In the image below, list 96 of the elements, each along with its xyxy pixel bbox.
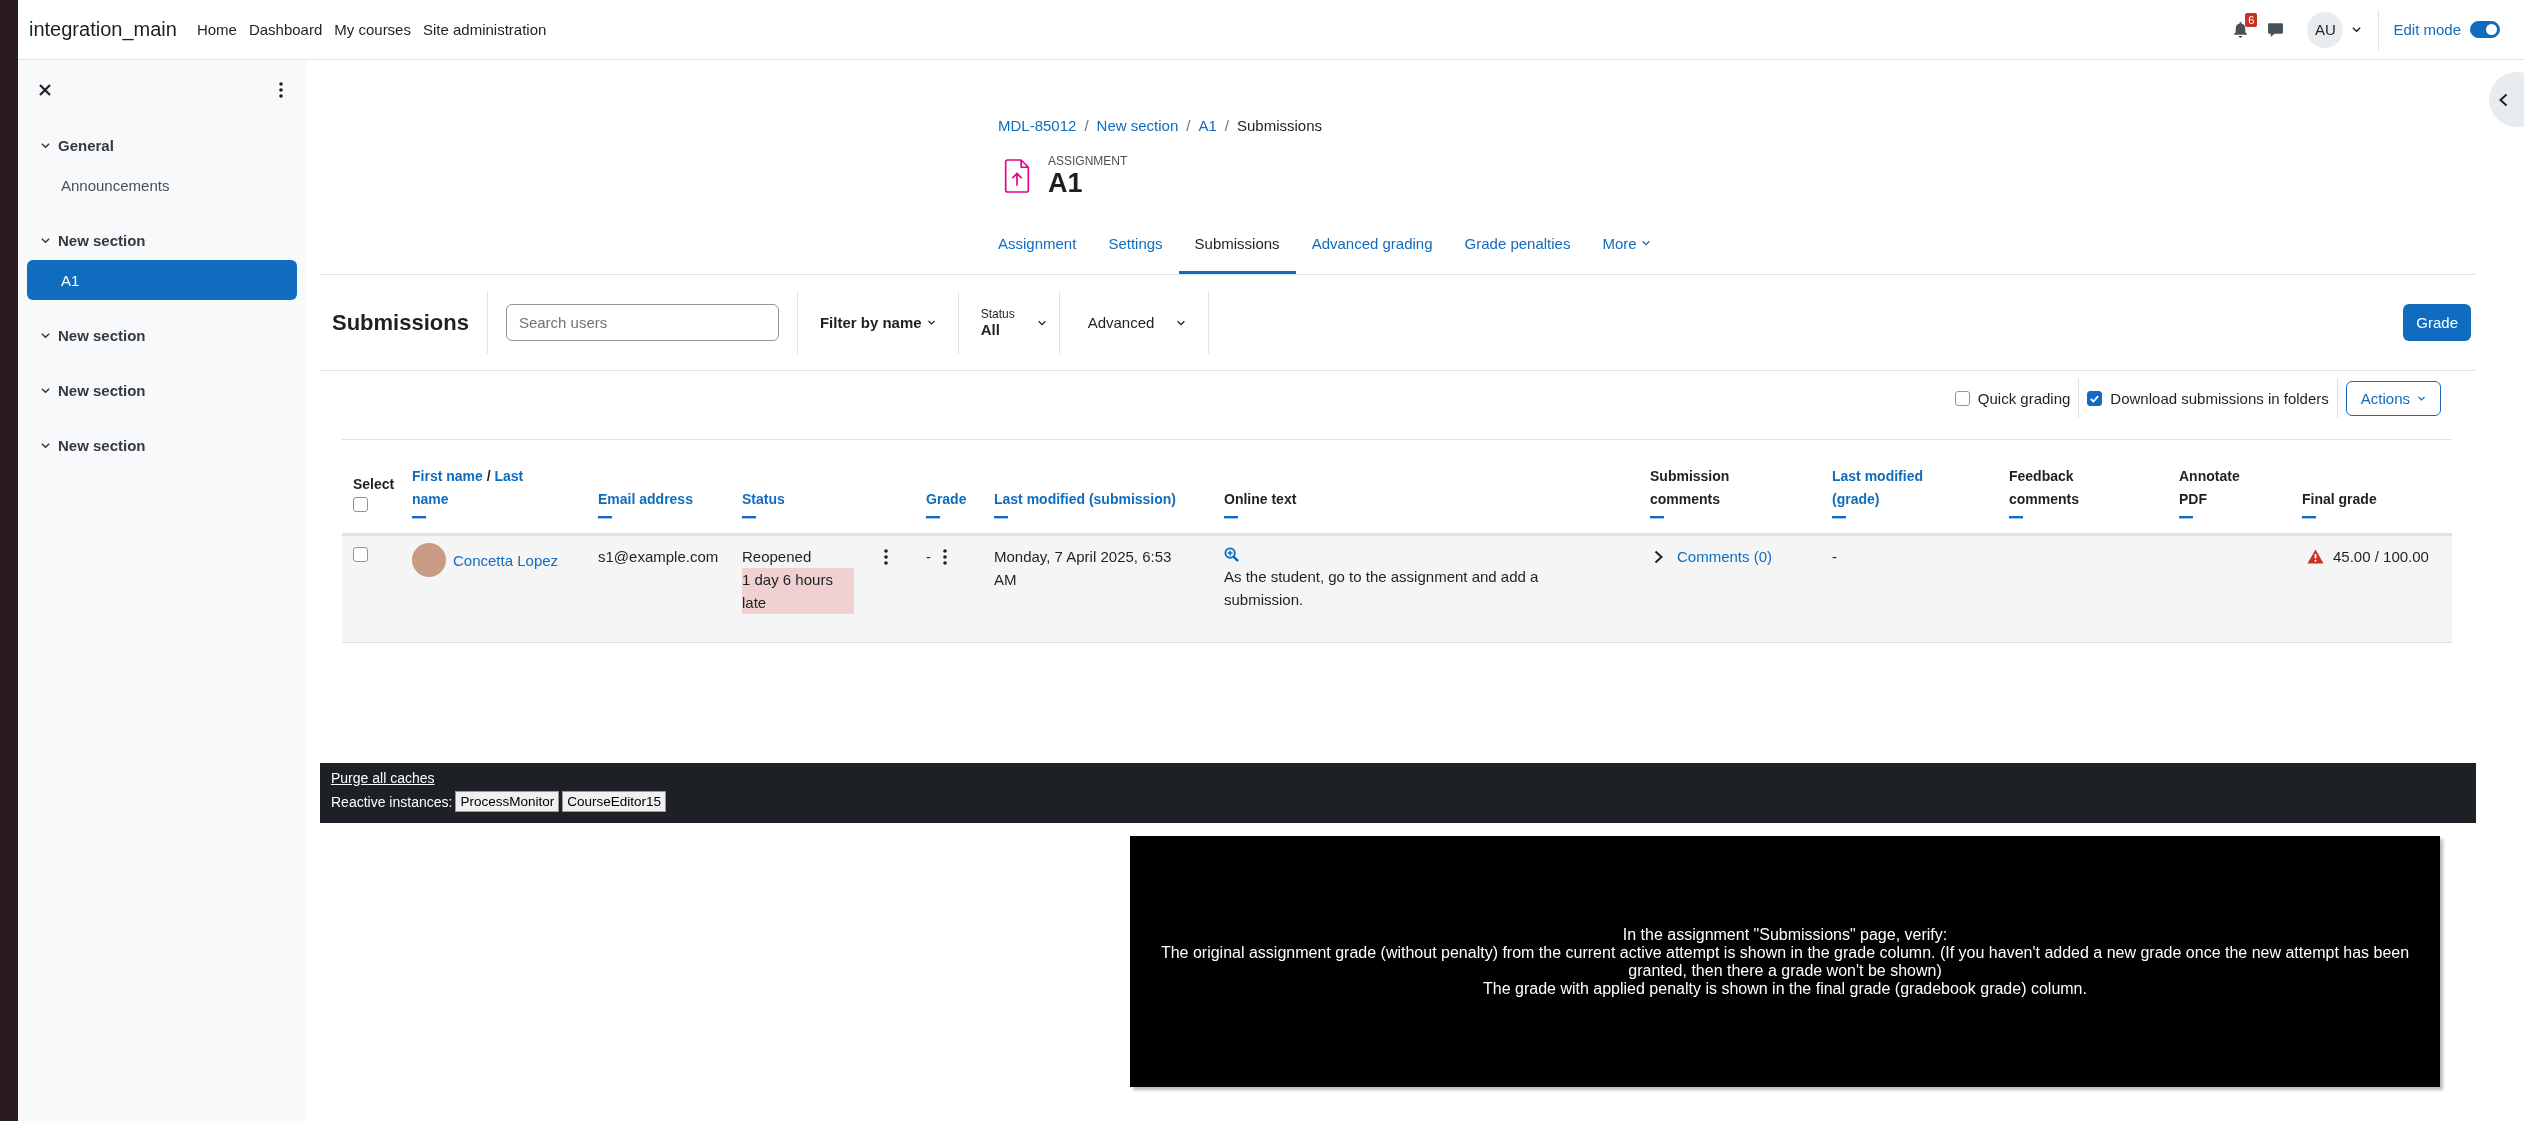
activity-title: A1 bbox=[1048, 168, 1084, 198]
grade-text: - bbox=[926, 547, 931, 567]
grade-modified-text: - bbox=[1832, 548, 1837, 565]
zoom-in-icon[interactable] bbox=[1224, 547, 1239, 562]
reactive-instance-button[interactable]: ProcessMonitor bbox=[455, 791, 560, 812]
section-title[interactable]: General bbox=[58, 136, 114, 154]
bell-icon[interactable] bbox=[2232, 21, 2250, 38]
collapse-icon[interactable] bbox=[1224, 516, 1238, 519]
section-title[interactable]: New section bbox=[58, 231, 146, 249]
avatar-photo-placeholder bbox=[412, 543, 446, 577]
breadcrumb-link[interactable]: MDL-85012 bbox=[998, 116, 1077, 136]
page-heading: Submissions bbox=[332, 309, 469, 336]
instruction-text: In the assignment "Submissions" page, verify: The original assignment grade (without penalty) from the current active attempt is shown in the grade column. (If you haven't added a new grade once the new attempt has been granted, then there a grade won't be shown) The grade with applied penalty is shown in the final grade (gradebook grade) column. bbox=[1160, 925, 2410, 998]
breadcrumb-current: Submissions bbox=[1236, 116, 1322, 136]
course-index-item[interactable]: Announcements bbox=[27, 165, 297, 205]
column-heading: Submission comments bbox=[1650, 467, 1731, 509]
chevron-right-icon[interactable] bbox=[1654, 549, 1663, 564]
breadcrumb-separator: / bbox=[1186, 116, 1191, 136]
edit-mode-label: Edit mode bbox=[2393, 21, 2461, 38]
edit-mode-toggle[interactable] bbox=[2470, 21, 2500, 38]
collapse-icon[interactable] bbox=[1832, 516, 1846, 519]
online-text: As the student, go to the assignment and add a submission. bbox=[1224, 567, 1540, 610]
caret-icon bbox=[2351, 24, 2363, 35]
user-avatar[interactable]: AU bbox=[2307, 11, 2344, 48]
column-heading: Online text bbox=[1224, 490, 1298, 509]
reactive-instance-button[interactable]: CourseEditor15 bbox=[562, 791, 666, 812]
column-heading[interactable]: Grade bbox=[926, 488, 986, 511]
last-modified-text: Monday, 7 April 2025, 6:53 AM bbox=[994, 547, 1173, 590]
breadcrumb-separator: / bbox=[1084, 116, 1089, 136]
notification-badge: 6 bbox=[2245, 13, 2258, 27]
collapse-icon[interactable] bbox=[2179, 516, 2193, 519]
nav-link[interactable]: Home bbox=[196, 21, 237, 38]
column-heading: Feedback comments bbox=[2009, 467, 2081, 509]
row-checkbox[interactable] bbox=[353, 547, 368, 562]
collapse-icon[interactable] bbox=[994, 516, 1008, 519]
tab[interactable]: Assignment bbox=[982, 224, 1093, 274]
chat-icon[interactable] bbox=[2267, 21, 2285, 38]
checkbox-label: Download submissions in folders bbox=[2110, 389, 2329, 407]
final-grade-text: 45.00 / 100.00 bbox=[2333, 547, 2429, 567]
user-name-link[interactable]: Concetta Lopez bbox=[453, 548, 559, 572]
column-heading: Final grade bbox=[2302, 490, 2378, 509]
collapse-icon[interactable] bbox=[412, 516, 426, 519]
tab[interactable]: More bbox=[1586, 224, 1667, 274]
name-filter-dropdown[interactable]: Filter by name bbox=[815, 314, 940, 331]
breadcrumb-link[interactable]: New section bbox=[1096, 116, 1179, 136]
checkbox[interactable] bbox=[1954, 390, 1970, 406]
actions-button[interactable]: Actions bbox=[2345, 380, 2441, 416]
close-icon[interactable] bbox=[38, 83, 52, 97]
column-heading[interactable]: Last modified (grade) bbox=[1832, 465, 1932, 511]
column-heading: Select bbox=[353, 475, 396, 494]
column-heading: Annotate PDF bbox=[2179, 467, 2241, 509]
nav-link[interactable]: Site administration bbox=[422, 21, 547, 38]
reactive-instances-label: Reactive instances: bbox=[331, 793, 453, 810]
file-upload-icon bbox=[1004, 159, 1030, 193]
nav-link[interactable]: Dashboard bbox=[248, 21, 323, 38]
column-heading[interactable]: Status bbox=[742, 488, 842, 511]
status-text: Reopened bbox=[742, 547, 813, 567]
section-title[interactable]: New section bbox=[58, 326, 146, 344]
section-title[interactable]: New section bbox=[58, 381, 146, 399]
caret-icon bbox=[926, 318, 936, 327]
tab[interactable]: Settings bbox=[1092, 224, 1179, 274]
collapse-icon[interactable] bbox=[1650, 516, 1664, 519]
collapse-icon[interactable] bbox=[2009, 516, 2023, 519]
search-field[interactable]: Search users bbox=[505, 304, 779, 341]
site-name[interactable]: integration_main bbox=[29, 18, 177, 41]
activity-type-label: ASSIGNMENT bbox=[1048, 154, 1128, 168]
checkbox[interactable] bbox=[2087, 390, 2103, 406]
status-filter-dropdown[interactable]: Status All bbox=[976, 307, 1051, 338]
select-all-checkbox[interactable] bbox=[353, 497, 368, 512]
collapse-icon[interactable] bbox=[598, 516, 612, 519]
advanced-filter-dropdown[interactable]: Advanced bbox=[1077, 314, 1191, 331]
comments-link[interactable]: Comments (0) bbox=[1677, 545, 1773, 568]
tab[interactable]: Advanced grading bbox=[1295, 224, 1449, 274]
section-title[interactable]: New section bbox=[58, 436, 146, 454]
column-heading[interactable]: First name / Last name bbox=[412, 465, 537, 511]
column-heading[interactable]: Email address bbox=[598, 488, 736, 511]
tab[interactable]: Submissions bbox=[1178, 224, 1296, 274]
more-options-icon[interactable] bbox=[279, 82, 283, 98]
tab[interactable]: Grade penalties bbox=[1448, 224, 1587, 274]
grade-button[interactable]: Grade bbox=[2403, 304, 2471, 341]
breadcrumb-separator: / bbox=[1224, 116, 1229, 136]
course-index-item[interactable]: A1 bbox=[27, 260, 297, 300]
column-heading[interactable]: Last modified (submission) bbox=[994, 488, 1214, 511]
email-text: s1@example.com bbox=[598, 548, 719, 565]
more-options-icon[interactable] bbox=[943, 549, 947, 565]
breadcrumb-link[interactable]: A1 bbox=[1198, 116, 1217, 136]
checkbox-label: Quick grading bbox=[1977, 389, 2071, 407]
nav-link[interactable]: My courses bbox=[334, 21, 411, 38]
caret-icon bbox=[1640, 238, 1651, 248]
chevron-left-icon bbox=[2499, 92, 2508, 107]
collapse-icon[interactable] bbox=[926, 516, 940, 519]
collapse-icon[interactable] bbox=[2302, 516, 2316, 519]
purge-caches-link[interactable]: Purge all caches bbox=[331, 767, 435, 789]
more-options-icon[interactable] bbox=[884, 549, 888, 565]
collapse-icon[interactable] bbox=[742, 516, 756, 519]
late-status-text: 1 day 6 hours late bbox=[742, 568, 854, 614]
